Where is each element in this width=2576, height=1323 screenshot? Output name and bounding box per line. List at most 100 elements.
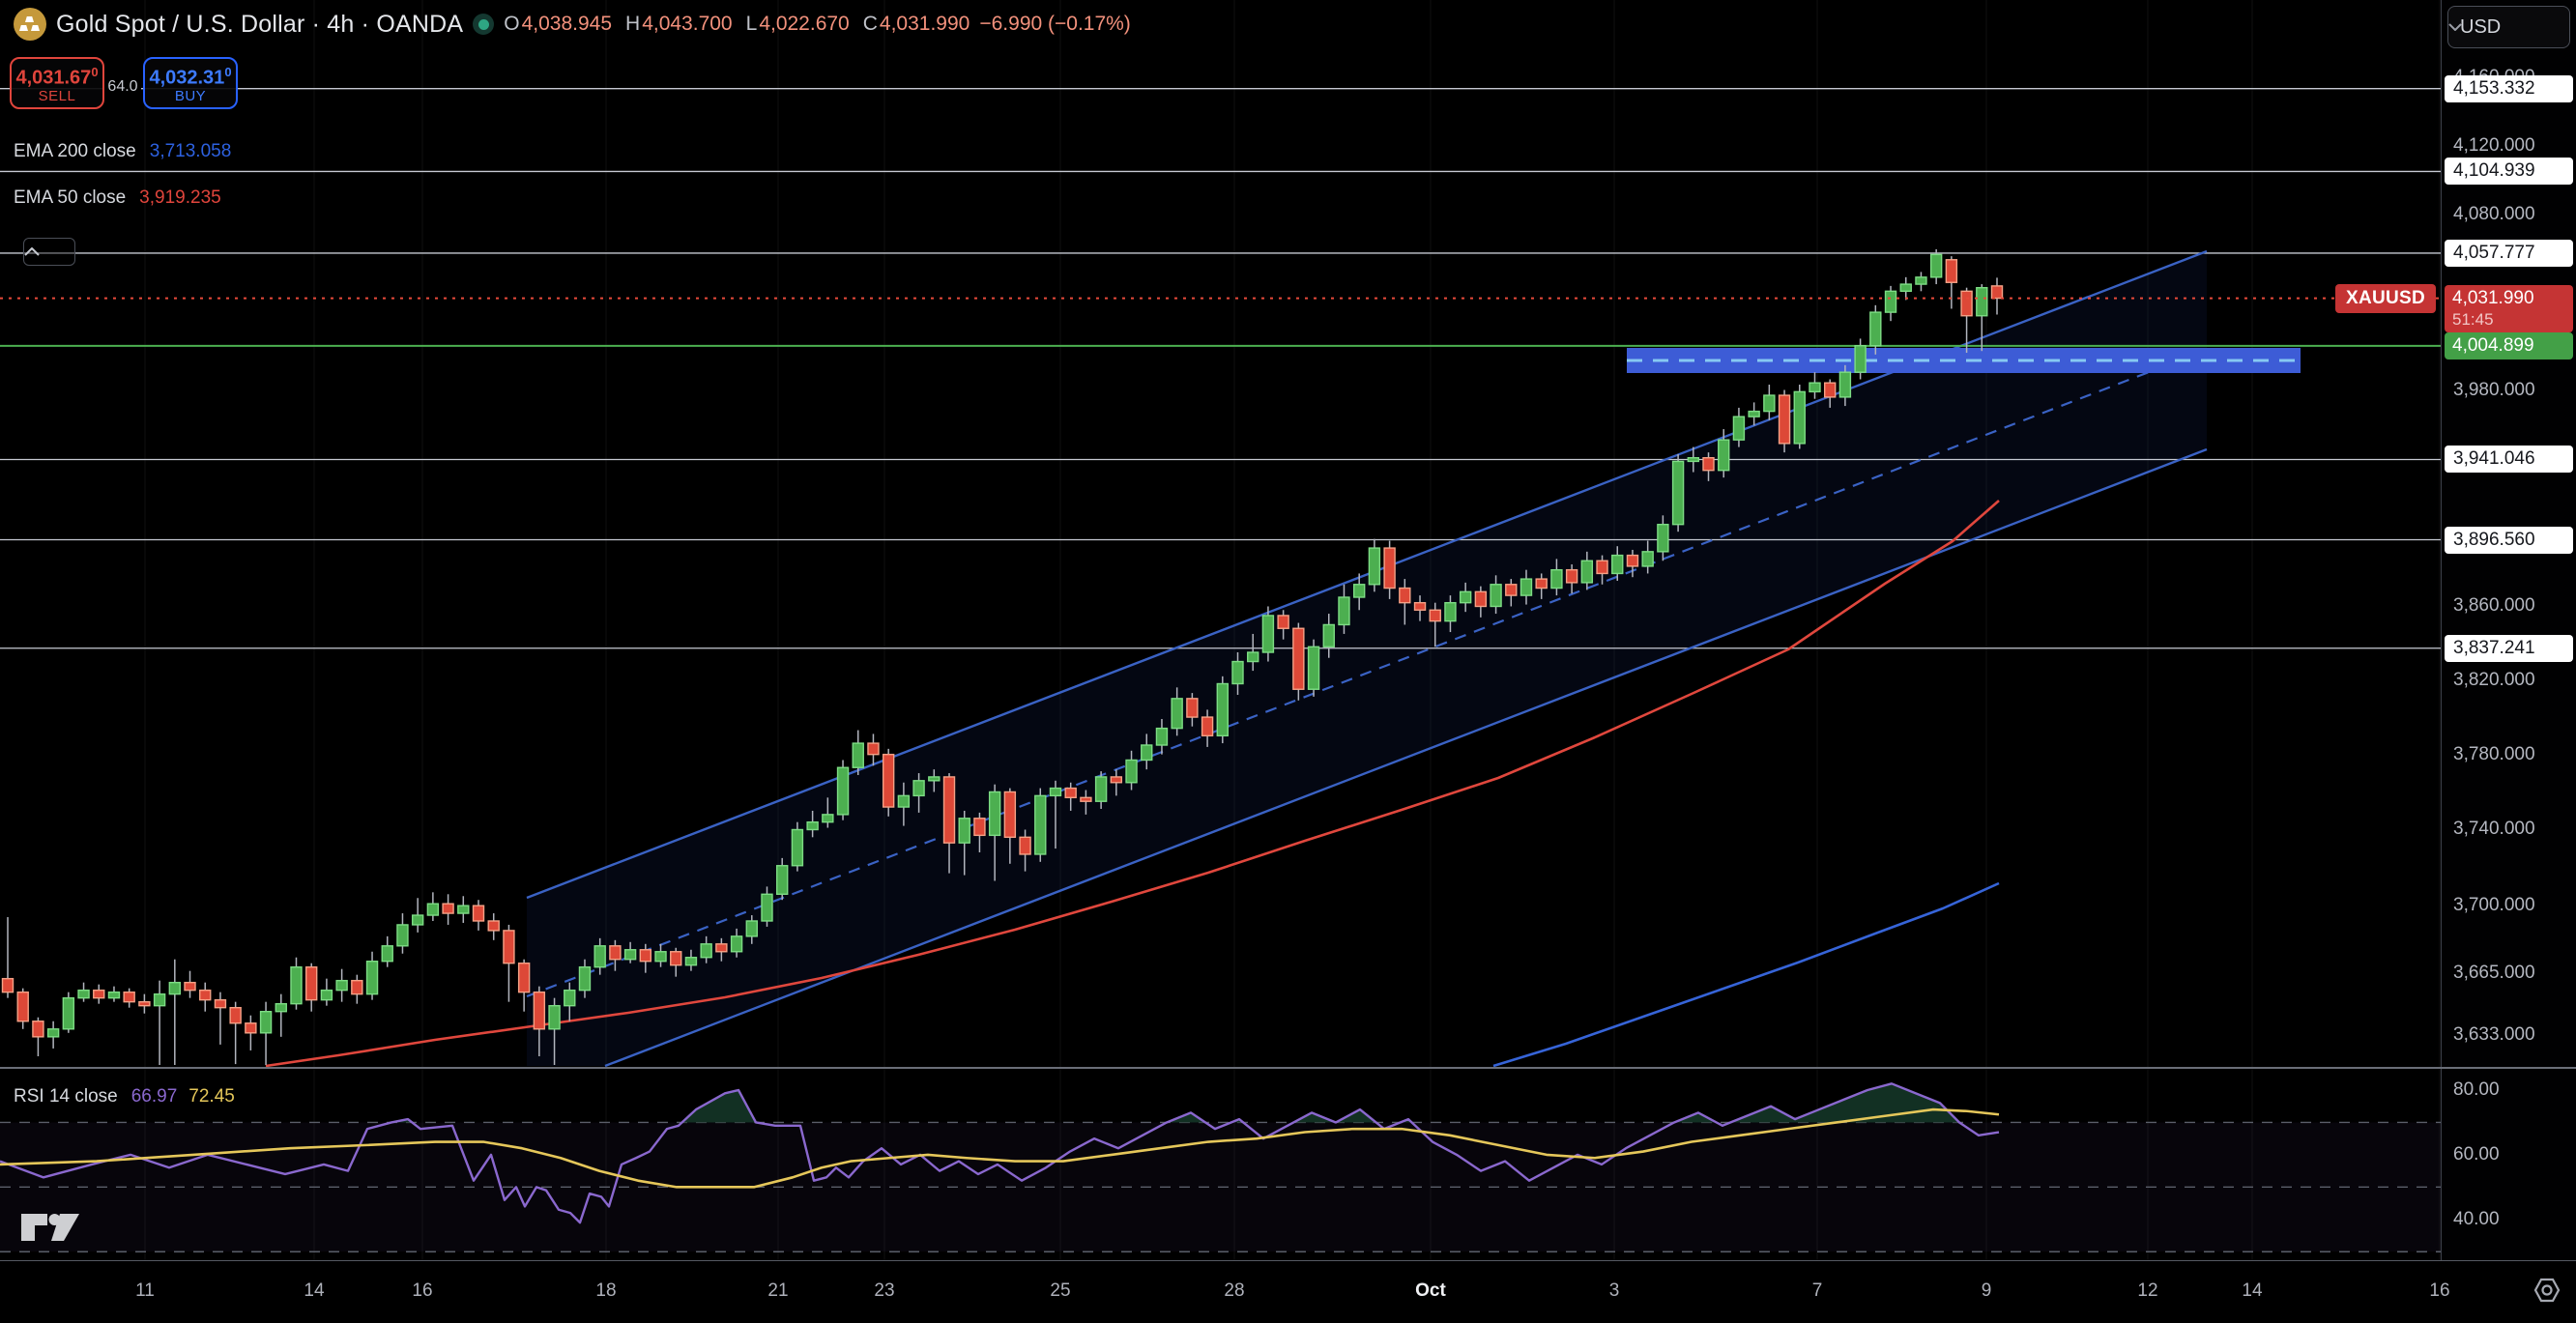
- candle: [1992, 277, 2003, 314]
- symbol-title[interactable]: Gold Spot / U.S. Dollar · 4h · OANDA: [56, 11, 463, 39]
- time-tick-label: 28: [1224, 1280, 1244, 1302]
- currency-label: USD: [2460, 16, 2501, 39]
- rsi-legend-row[interactable]: RSI 14 close 66.97 72.45: [14, 1086, 235, 1107]
- buy-label: BUY: [175, 88, 206, 104]
- indicator-value: 3,713.058: [150, 141, 232, 162]
- rsi-tick-label: 60.00: [2442, 1144, 2576, 1165]
- candle: [367, 952, 378, 1000]
- time-tick-label: 25: [1050, 1280, 1070, 1302]
- candle: [94, 985, 104, 1004]
- rsi-value: 72.45: [188, 1086, 235, 1107]
- rsi-tick-label: 80.00: [2442, 1079, 2576, 1101]
- candle: [1870, 305, 1881, 355]
- candle: [215, 992, 225, 1045]
- price-axis[interactable]: USD 4,160.0004,120.0004,080.0003,980.000…: [2441, 0, 2576, 1323]
- candle: [1217, 676, 1228, 743]
- candle: [1673, 454, 1684, 532]
- price-level-label: 3,896.560: [2445, 527, 2573, 554]
- time-tick-label: 16: [412, 1280, 432, 1302]
- rsi-value: 66.97: [131, 1086, 178, 1107]
- indicator-name: EMA 200 close: [14, 141, 136, 162]
- sell-price: 4,031.670: [15, 62, 98, 89]
- candle: [1309, 640, 1319, 697]
- gold-instrument-icon[interactable]: [14, 8, 46, 41]
- candle: [1035, 789, 1046, 862]
- currency-dropdown[interactable]: USD: [2447, 6, 2570, 48]
- time-tick-label: 23: [874, 1280, 894, 1302]
- gold-bar-icon: [25, 16, 34, 22]
- candle: [1749, 402, 1759, 425]
- candle: [413, 898, 423, 933]
- candle: [124, 989, 134, 1008]
- buy-button[interactable]: 4,032.310 BUY: [143, 57, 238, 109]
- rsi-values: 66.97 72.45: [131, 1086, 235, 1107]
- market-status-icon[interactable]: [473, 14, 494, 35]
- sell-label: SELL: [39, 88, 76, 104]
- indicator-row[interactable]: EMA 50 close3,919.235: [14, 187, 221, 209]
- time-tick-label: 14: [2242, 1280, 2262, 1302]
- sell-button[interactable]: 4,031.670 SELL: [10, 57, 104, 109]
- chevron-down-icon: [2448, 23, 2462, 31]
- candle: [48, 1021, 59, 1049]
- price-tick-label: 3,860.000: [2442, 595, 2576, 617]
- candle: [838, 760, 849, 820]
- time-axis[interactable]: 1114161821232528Oct379121416: [0, 1260, 2576, 1323]
- time-tick-label: 21: [767, 1280, 788, 1302]
- candle: [868, 733, 879, 765]
- rsi-tick-label: 40.00: [2442, 1209, 2576, 1230]
- candle: [200, 983, 211, 1012]
- candle: [1794, 385, 1805, 448]
- chevron-up-icon: [24, 247, 40, 256]
- ohlc-field: H4,043.700: [625, 13, 733, 36]
- candle: [291, 958, 302, 1010]
- indicator-name: EMA 50 close: [14, 187, 126, 209]
- gold-bar-icon: [19, 25, 28, 31]
- candle: [1764, 385, 1775, 420]
- time-tick-label: 9: [1982, 1280, 1992, 1302]
- price-level-label: 3,941.046: [2445, 446, 2573, 473]
- price-tick-label: 3,700.000: [2442, 895, 2576, 916]
- candle: [3, 917, 14, 998]
- candle: [78, 983, 89, 1002]
- candle: [1886, 286, 1896, 321]
- price-tick-label: 4,120.000: [2442, 135, 2576, 157]
- candle: [321, 979, 332, 1006]
- collapse-legend-button[interactable]: [23, 238, 75, 266]
- candle: [275, 994, 286, 1037]
- candle: [1931, 249, 1942, 284]
- price-pane-canvas[interactable]: [0, 0, 2441, 1067]
- time-tick-label: 12: [2137, 1280, 2157, 1302]
- candle: [458, 896, 469, 923]
- rsi-name: RSI 14 close: [14, 1086, 118, 1107]
- current-price-label: 4,031.99051:45: [2445, 285, 2573, 332]
- candle: [1916, 272, 1926, 291]
- candle: [792, 822, 802, 872]
- candle: [488, 913, 499, 940]
- candle: [169, 960, 180, 1065]
- pane-separator[interactable]: [0, 1067, 2576, 1069]
- price-level-label: 4,153.332: [2445, 75, 2573, 102]
- rsi-pane-canvas[interactable]: [0, 1067, 2441, 1261]
- price-level-label: 3,837.241: [2445, 635, 2573, 662]
- candle: [139, 994, 150, 1014]
- candle: [1809, 372, 1820, 399]
- candle: [1946, 256, 1956, 308]
- change-value: −6.990 (−0.17%): [979, 13, 1130, 36]
- price-level-label: 4,104.939: [2445, 158, 2573, 185]
- candle: [108, 987, 119, 1002]
- candle: [17, 989, 28, 1029]
- time-tick-label: 3: [1609, 1280, 1620, 1302]
- candle: [230, 1002, 241, 1064]
- indicator-row[interactable]: EMA 200 close 3,713.058: [14, 141, 231, 162]
- time-tick-label: 11: [135, 1280, 155, 1302]
- candle: [883, 749, 894, 817]
- gold-bar-icon: [31, 25, 40, 31]
- candle: [1900, 277, 1911, 301]
- candle: [397, 913, 408, 954]
- candle: [1855, 338, 1866, 379]
- buy-price: 4,032.310: [149, 62, 231, 89]
- candle: [1293, 623, 1304, 701]
- price-tick-label: 3,633.000: [2442, 1024, 2576, 1046]
- candle: [306, 963, 317, 1012]
- price-tick-label: 3,820.000: [2442, 670, 2576, 691]
